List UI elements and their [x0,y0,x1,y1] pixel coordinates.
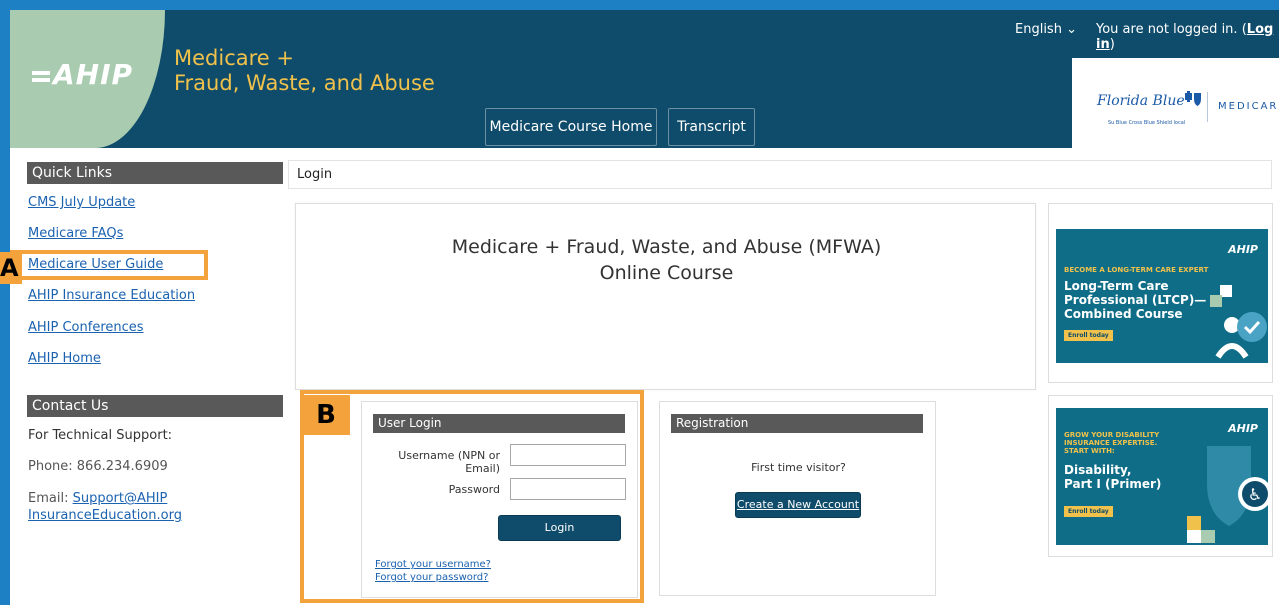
svg-text:♿: ♿ [1248,485,1262,504]
annotation-b-highlight [300,390,644,603]
sidebar-link-medicare-faqs[interactable]: Medicare FAQs [28,226,123,241]
language-selector[interactable]: English ⌄ [1015,22,1077,37]
shield-accessibility-icon: ♿ [1187,446,1268,543]
annotation-a-label: A [0,252,22,284]
ad-enroll-button[interactable]: Enroll today [1064,506,1113,517]
sponsor-subtext: Su Blue Cross Blue Shield local [1108,120,1186,126]
ad-headline: Disability, Part I (Primer) [1064,463,1162,491]
nav-transcript-button[interactable]: Transcript [668,108,755,146]
annotation-b-label: B [302,395,350,435]
ad-kicker: BECOME A LONG-TERM CARE EXPERT [1064,266,1209,274]
annotation-a-highlight [10,250,208,280]
sidebar-link-cms-july-update[interactable]: CMS July Update [28,195,135,210]
ad-disability-course[interactable]: AHIP GROW YOUR DISABILITY INSURANCE EXPE… [1048,395,1273,557]
sponsor-tag: MEDICARE [1218,101,1279,112]
ad-enroll-button[interactable]: Enroll today [1064,330,1113,341]
ad-kicker: GROW YOUR DISABILITY INSURANCE EXPERTISE… [1064,431,1160,455]
sponsor-divider [1207,92,1208,122]
nav-course-home-button[interactable]: Medicare Course Home [485,108,657,146]
blue-cross-shield-icon [1185,91,1201,106]
ahip-logo[interactable]: AHIP [32,58,133,91]
logo-bars-icon [32,68,50,85]
support-phone: Phone: 866.234.6909 [28,459,168,474]
ad-disability-banner[interactable]: AHIP GROW YOUR DISABILITY INSURANCE EXPE… [1056,408,1268,545]
contact-us-heading: Contact Us [27,395,283,417]
course-title-card: Medicare + Fraud, Waste, and Abuse (MFWA… [295,203,1036,390]
support-label: For Technical Support: [28,428,173,443]
sidebar-link-ahip-insurance-education[interactable]: AHIP Insurance Education [28,288,195,303]
breadcrumb: Login [288,160,1272,189]
site-title-line2: Fraud, Waste, and Abuse [174,71,435,95]
first-time-visitor-text: First time visitor? [751,461,846,474]
ad-headline: Long-Term Care Professional (LTCP)— Comb… [1064,279,1207,321]
sponsor-name: Florida Blue [1097,93,1185,109]
course-title: Medicare + Fraud, Waste, and Abuse (MFWA… [451,236,882,284]
top-border [0,0,1279,10]
sidebar-link-ahip-home[interactable]: AHIP Home [28,351,101,366]
sidebar-link-ahip-conferences[interactable]: AHIP Conferences [28,320,144,335]
site-title-line1: Medicare + [174,46,294,70]
ad-ahip-logo: AHIP [1228,243,1258,256]
login-status: You are not logged in. (Log in) [1096,22,1274,52]
chevron-down-icon: ⌄ [1066,22,1077,37]
registration-panel: Registration First time visitor? Create … [659,401,936,596]
clock-person-icon [1210,285,1267,359]
quick-links-heading: Quick Links [27,162,283,184]
left-border [0,10,10,605]
sponsor-logo: Florida Blue Su Blue Cross Blue Shield l… [1072,58,1279,148]
ad-ahip-logo: AHIP [1228,422,1258,435]
registration-heading: Registration [671,414,923,433]
create-account-button[interactable]: Create a New Account [735,492,861,518]
site-header: AHIP Medicare + Fraud, Waste, and Abuse … [10,10,1279,148]
ad-ltcp-banner[interactable]: AHIP BECOME A LONG-TERM CARE EXPERT Long… [1056,229,1268,363]
support-email: Email: Support@AHIP InsuranceEducation.or… [28,491,182,523]
ad-ltcp-course[interactable]: AHIP BECOME A LONG-TERM CARE EXPERT Long… [1048,203,1273,383]
